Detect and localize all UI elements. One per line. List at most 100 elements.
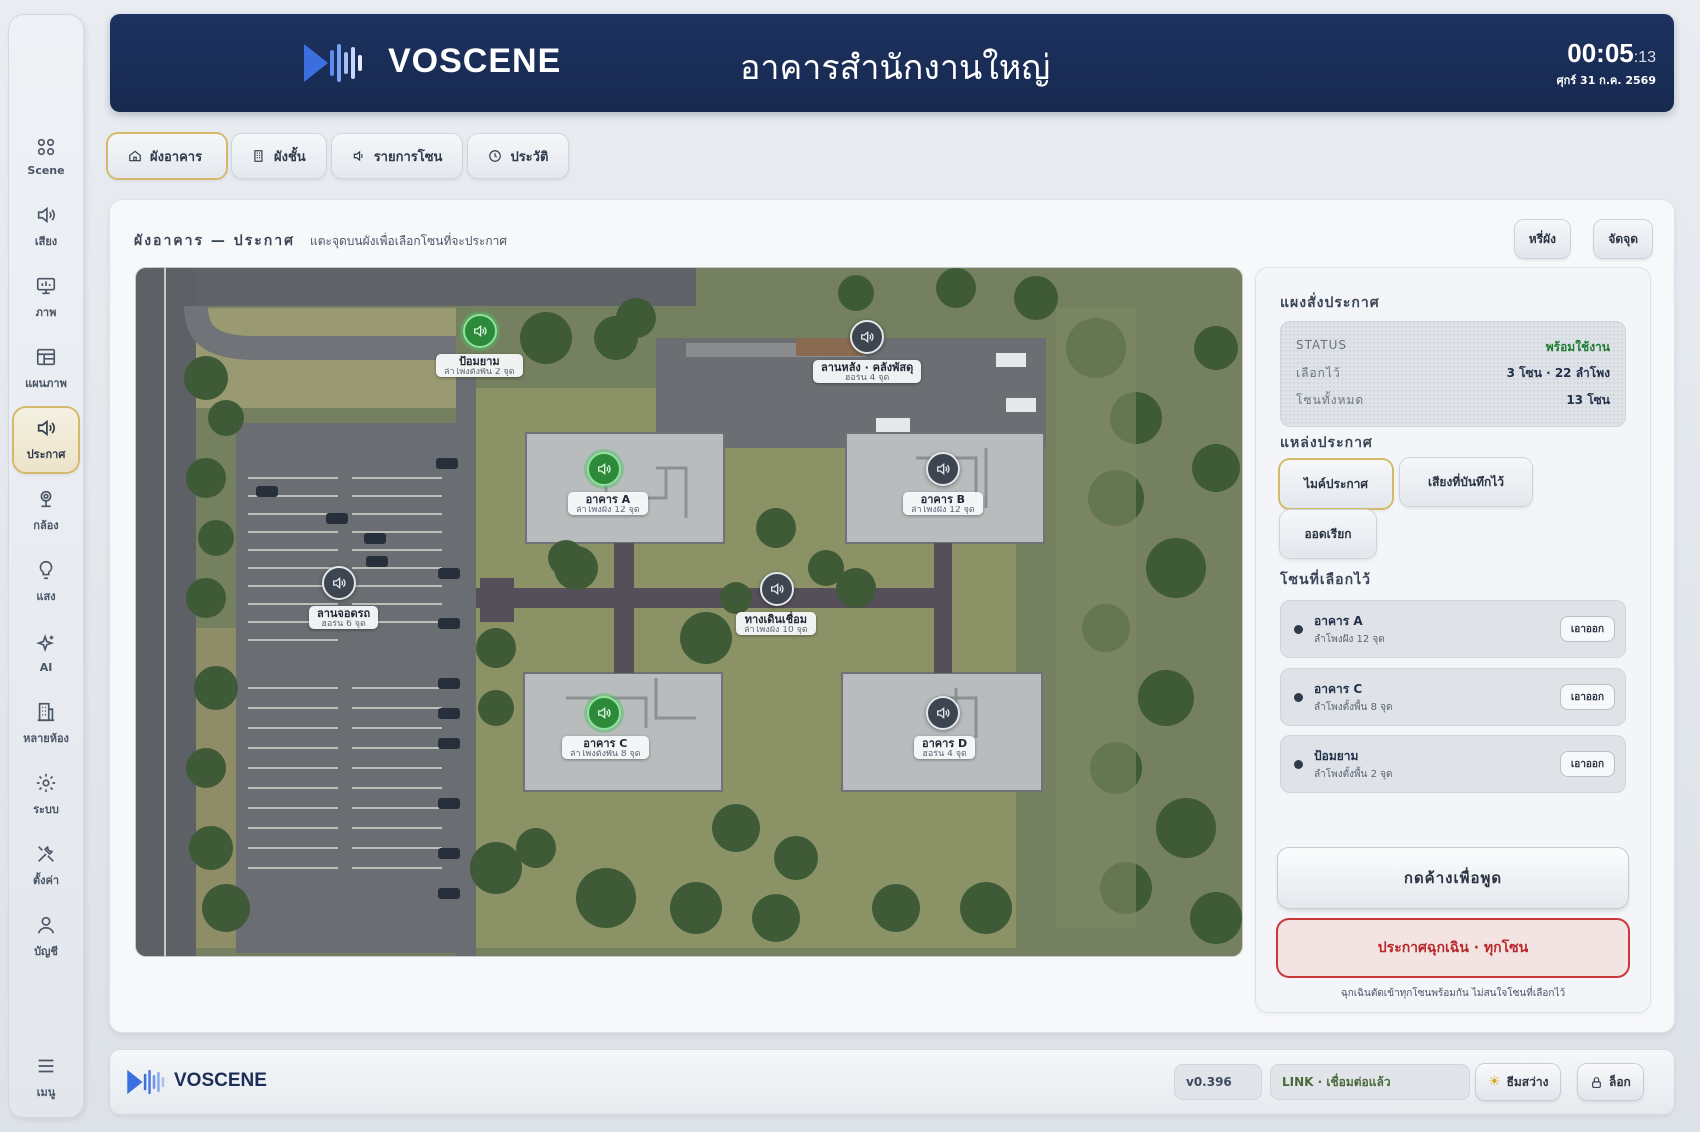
announce-icon — [37, 419, 55, 437]
zone-label-parking[interactable]: ลานจอดรถ ฮอร์น 6 จุด — [309, 606, 379, 629]
bulb-icon — [39, 560, 53, 580]
rail-item-system[interactable]: ระบบ — [14, 763, 78, 827]
zone-dot — [1294, 760, 1303, 769]
rail-item-label: กล้อง — [33, 519, 59, 532]
section-subtitle: แตะจุดบนผังเพื่อเลือกโซนที่จะประกาศ — [310, 234, 507, 248]
remove-zone-button[interactable]: เอาออก — [1560, 752, 1614, 776]
zone-name: อาคาร D — [922, 737, 968, 750]
zone-name: ทางเดินเชื่อม — [744, 613, 807, 626]
panel-title: แผงสั่งประกาศ — [1280, 295, 1380, 311]
source-recorded-button[interactable]: เสียงที่บันทึกไว้ — [1400, 458, 1532, 506]
source-title: แหล่งประกาศ — [1280, 435, 1373, 451]
source-chime-button[interactable]: ออดเรียก — [1280, 510, 1376, 558]
voscene-logo-icon — [127, 1069, 165, 1095]
footer-brand: VOSCENE — [174, 1070, 267, 1091]
zone-dot — [1294, 693, 1303, 702]
zone-pin-building-d[interactable] — [926, 696, 960, 730]
lock-button[interactable]: ล็อก — [1578, 1064, 1643, 1100]
voscene-logo-icon — [304, 44, 362, 82]
zone-label-rear-yard[interactable]: ลานหลัง · คลังพัสดุ ฮอร์น 4 จุด — [813, 360, 922, 383]
source-mic-button[interactable]: ไมค์ประกาศ — [1280, 460, 1392, 508]
zone-label-building-c[interactable]: อาคาร C ลำโพงตั้งพื้น 8 จุด — [562, 736, 649, 759]
selected-zone-card: อาคาร A ลำโพงฝัง 12 จุด เอาออก — [1280, 600, 1626, 658]
speaker-icon — [37, 206, 55, 224]
tab-history[interactable]: ประวัติ — [468, 134, 569, 178]
zone-pin-building-c[interactable] — [587, 696, 621, 730]
rail-item-light[interactable]: แสง — [14, 550, 78, 614]
tab-label: ผังอาคาร — [150, 149, 203, 165]
speaker-icon — [598, 706, 611, 720]
zone-pin-building-a[interactable] — [587, 452, 621, 486]
rail-item-settings[interactable]: ตั้งค่า — [14, 834, 78, 898]
zone-count: ฮอร์น 6 จุด — [321, 619, 366, 628]
tab-label: รายการโซน — [373, 149, 443, 165]
remove-zone-button[interactable]: เอาออก — [1560, 685, 1614, 709]
zone-card-detail: ลำโพงตั้งพื้น 2 จุด — [1314, 769, 1393, 780]
view-tabs: ผังอาคาร ผังชั้น รายการโซน ประวัติ — [108, 134, 569, 178]
zone-label-walkway[interactable]: ทางเดินเชื่อม ลำโพงฝัง 10 จุด — [736, 612, 816, 635]
tab-building-map[interactable]: ผังอาคาร — [108, 134, 226, 178]
theme-toggle-button[interactable]: ☀ ธีมสว่าง — [1476, 1064, 1561, 1100]
rail-item-account[interactable]: บัญชี — [14, 905, 78, 969]
home-icon — [129, 150, 141, 162]
speaker-icon — [771, 582, 784, 596]
status-footer: VOSCENE v0.396 LINK · เชื่อมต่อแล้ว ☀ ธี… — [110, 1050, 1674, 1114]
rail-item-ai[interactable]: AI — [14, 621, 78, 685]
zone-pin-building-b[interactable] — [926, 452, 960, 486]
zone-label-building-b[interactable]: อาคาร B ลำโพงฝัง 12 จุด — [903, 492, 983, 515]
sparkle-icon — [36, 633, 55, 652]
lock-icon — [1592, 1076, 1601, 1088]
zone-pin-guardhouse[interactable] — [463, 314, 497, 348]
selected-zone-card: อาคาร C ลำโพงตั้งพื้น 8 จุด เอาออก — [1280, 668, 1626, 726]
zone-card-name: อาคาร A — [1314, 614, 1363, 628]
rail-item-scene[interactable]: Scene — [14, 124, 78, 188]
rail-item-audio[interactable]: เสียง — [14, 195, 78, 259]
zone-count: ลำโพงฝัง 12 จุด — [576, 505, 640, 514]
rail-item-multiroom[interactable]: หลายห้อง — [14, 692, 78, 756]
clock-date: ศุกร์ 31 ก.ค. 2569 — [1556, 74, 1656, 87]
zone-name: ลานหลัง · คลังพัสดุ — [821, 361, 914, 374]
tab-label: ผังชั้น — [274, 149, 306, 165]
speaker-icon — [861, 330, 874, 344]
zone-label-building-d[interactable]: อาคาร D ฮอร์น 4 จุด — [914, 736, 976, 759]
zone-count: ลำโพงฝัง 10 จุด — [744, 625, 808, 634]
rail-item-menu[interactable]: เมนู — [14, 1046, 78, 1110]
version-chip: v0.396 — [1174, 1064, 1262, 1100]
push-to-talk-button[interactable]: กดค้างเพื่อพูด — [1278, 848, 1628, 908]
zone-label-guardhouse[interactable]: ป้อมยาม ลำโพงตั้งพื้น 2 จุด — [436, 354, 523, 377]
rail-item-layout[interactable]: แผนภาพ — [14, 337, 78, 401]
emergency-all-zones-button[interactable]: ประกาศฉุกเฉิน · ทุกโซน — [1278, 920, 1628, 976]
zone-count: ลำโพงตั้งพื้น 2 จุด — [444, 367, 515, 376]
zone-label-building-a[interactable]: อาคาร A ลำโพงฝัง 12 จุด — [568, 492, 648, 515]
tab-floor-map[interactable]: ผังชั้น — [232, 134, 326, 178]
sun-icon: ☀ — [1488, 1074, 1501, 1090]
zone-name: ป้อมยาม — [458, 355, 500, 368]
gear-icon — [36, 773, 56, 793]
page-title: อาคารสำนักงานใหญ่ — [740, 48, 1051, 88]
rail-item-video[interactable]: ภาพ — [14, 266, 78, 330]
tab-zone-list[interactable]: รายการโซน — [331, 134, 463, 178]
status-key: STATUS — [1296, 338, 1348, 352]
selected-value: 3 โซน · 22 ลำโพง — [1506, 366, 1610, 380]
rail-item-label: ตั้งค่า — [32, 874, 60, 887]
remove-zone-button[interactable]: เอาออก — [1560, 617, 1614, 641]
dim-map-button[interactable]: หรี่ผัง — [1514, 220, 1570, 258]
rail-item-announce[interactable]: ประกาศ — [14, 408, 78, 472]
zone-pin-parking[interactable] — [322, 566, 356, 600]
clock: 00:05:13 ศุกร์ 31 ก.ค. 2569 — [1557, 38, 1656, 89]
layout-icon — [36, 348, 56, 366]
selected-key: เลือกไว้ — [1296, 366, 1341, 380]
arrange-pins-button[interactable]: จัดจุด — [1594, 220, 1652, 258]
zone-pin-walkway[interactable] — [760, 572, 794, 606]
theme-label: ธีมสว่าง — [1506, 1074, 1549, 1089]
total-zones-key: โซนทั้งหมด — [1296, 393, 1365, 407]
zone-count: ลำโพงตั้งพื้น 8 จุด — [570, 749, 641, 758]
rail-item-label: ภาพ — [35, 306, 57, 319]
zone-name: อาคาร B — [920, 493, 966, 506]
zone-pin-rear-yard[interactable] — [850, 320, 884, 354]
zone-dot — [1294, 625, 1303, 634]
rail-item-camera[interactable]: กล้อง — [14, 479, 78, 543]
aerial-site-map[interactable]: ป้อมยาม ลำโพงตั้งพื้น 2 จุด ลานหลัง · คล… — [136, 268, 1242, 956]
app-header: VOSCENE อาคารสำนักงานใหญ่ 00:05:13 ศุกร์… — [110, 14, 1674, 112]
zone-name: ลานจอดรถ — [317, 607, 371, 620]
